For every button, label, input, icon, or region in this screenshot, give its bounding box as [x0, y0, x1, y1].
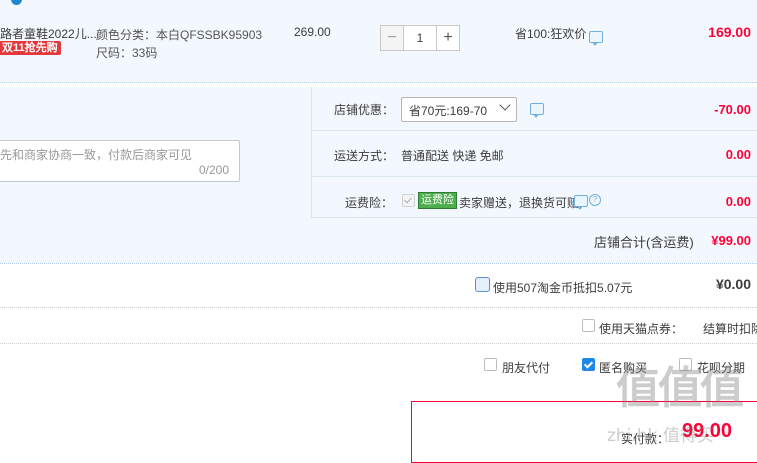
sku-color: 颜色分类：本白QFSSBK95903	[96, 28, 263, 42]
insurance-badge: 运费险	[418, 192, 457, 209]
friend-pay-label: 朋友代付	[502, 361, 551, 375]
anonymous-checkbox[interactable]	[582, 358, 595, 371]
insurance-label: 运费险：	[345, 196, 394, 210]
divider	[311, 176, 757, 177]
decrement-button[interactable]: −	[381, 26, 404, 50]
message-char-count: 0/200	[199, 163, 230, 177]
increment-button[interactable]: +	[436, 26, 459, 50]
unit-price: 269.00	[294, 25, 331, 39]
points-note: 结算时扣除	[703, 322, 757, 336]
shipping-label: 运送方式：	[334, 149, 395, 163]
insurance-text: 卖家赠送，退换货可赔	[459, 196, 580, 210]
discount-selected: 省70元:169-70	[409, 104, 488, 118]
item-total: 169.00	[708, 24, 751, 40]
coin-label: 使用507淘金币抵扣5.07元	[493, 281, 633, 295]
store-total-label: 店铺合计(含运费)	[594, 235, 694, 250]
product-title[interactable]: 路者童鞋2022儿...	[0, 25, 97, 42]
coin-checkbox[interactable]	[475, 277, 490, 292]
comment-icon[interactable]	[574, 195, 588, 210]
divider	[311, 217, 757, 218]
divider	[0, 343, 757, 344]
divider	[311, 130, 757, 131]
points-checkbox[interactable]	[582, 319, 595, 332]
discount-label: 店铺优惠：	[334, 103, 395, 117]
quantity-stepper: − 1 +	[380, 25, 460, 51]
shipping-amount: 0.00	[725, 147, 751, 162]
store-total-amount: ¥99.00	[711, 233, 751, 248]
comment-icon[interactable]	[530, 103, 544, 118]
discount-select[interactable]: 省70元:169-70	[401, 97, 517, 122]
watermark-logo: 值值值	[616, 363, 744, 414]
friend-pay-checkbox[interactable]	[484, 358, 497, 371]
promo-badge: 双11抢先购	[0, 41, 61, 55]
insurance-amount: 0.00	[725, 194, 751, 209]
quantity-input[interactable]: 1	[404, 26, 436, 50]
discount-amount: -70.00	[714, 102, 751, 117]
points-label: 使用天猫点券：	[599, 322, 684, 336]
divider	[311, 87, 312, 217]
chevron-down-icon	[499, 99, 511, 111]
shipping-method[interactable]: 普通配送 快递 免邮	[401, 147, 504, 164]
help-icon[interactable]: ?	[589, 194, 601, 206]
watermark-site: zhi.hk 值得买	[607, 426, 714, 446]
comment-icon[interactable]	[589, 31, 603, 46]
sku-size: 尺码：33码	[96, 46, 158, 60]
saving-label: 省100:狂欢价	[515, 27, 587, 41]
divider	[0, 307, 757, 308]
message-placeholder: 先和商家协商一致，付款后商家可见	[0, 148, 193, 162]
coin-amount: ¥0.00	[715, 276, 751, 292]
insurance-checkbox	[402, 194, 415, 207]
